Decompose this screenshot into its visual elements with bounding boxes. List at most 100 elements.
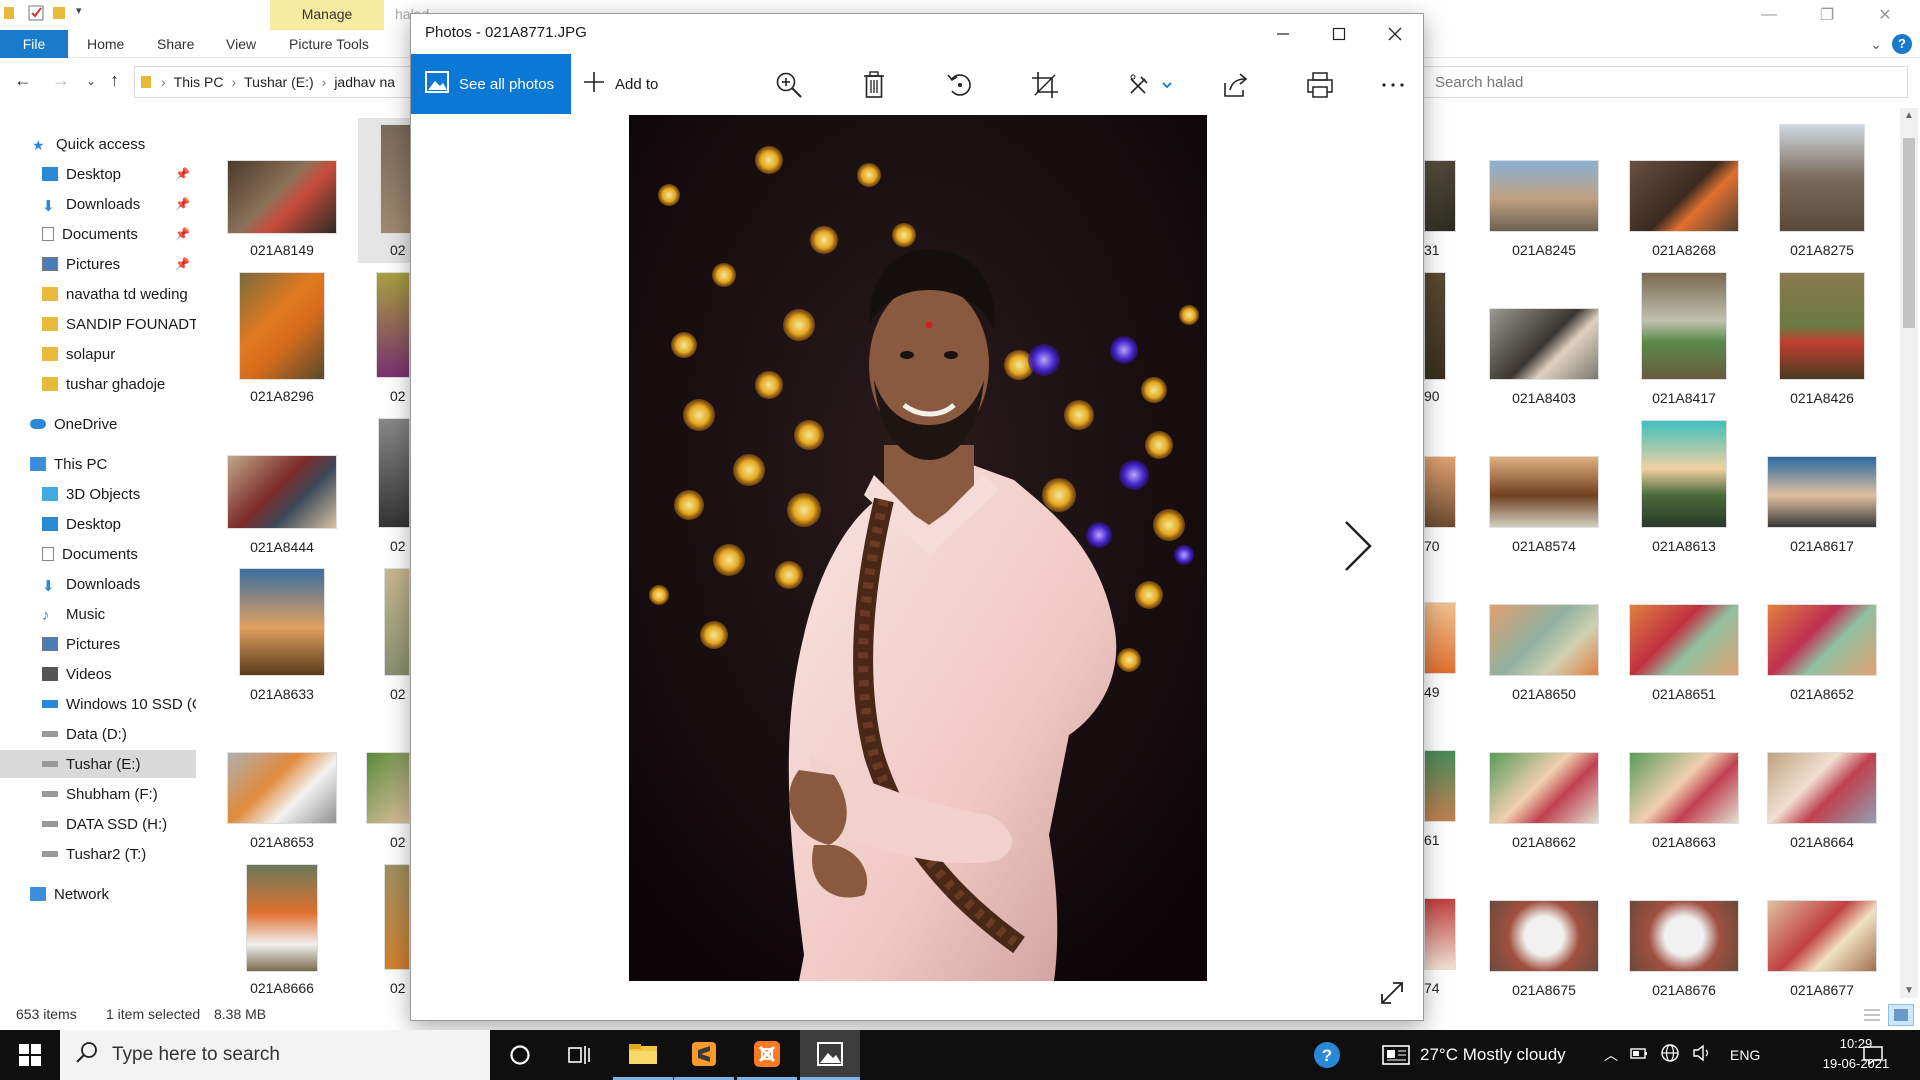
nav-pc-item[interactable]: Desktop — [0, 510, 196, 538]
help-icon[interactable]: ? — [1892, 34, 1912, 54]
volume-icon[interactable] — [1692, 1044, 1712, 1067]
taskbar-search-box[interactable]: Type here to search — [60, 1030, 490, 1080]
details-view-icon[interactable] — [1862, 1006, 1882, 1027]
file-thumbnail[interactable]: 021A8275 — [1752, 124, 1892, 270]
file-thumbnail[interactable]: 021A8650 — [1474, 604, 1614, 750]
file-thumbnail[interactable]: 021A8662 — [1474, 752, 1614, 898]
sublime-text-taskbar-button[interactable] — [674, 1030, 734, 1080]
next-photo-arrow-icon[interactable] — [1343, 520, 1373, 576]
pin-icon[interactable]: 📌 — [175, 257, 190, 271]
add-to-button[interactable]: Add to — [583, 54, 658, 114]
zoom-in-icon[interactable] — [775, 71, 803, 99]
tab-picture-tools[interactable]: Picture Tools — [289, 30, 369, 58]
edit-create-icon[interactable] — [1127, 71, 1177, 99]
file-thumbnail[interactable]: 90 — [1424, 272, 1446, 418]
new-folder-icon[interactable] — [52, 4, 68, 22]
nav-quick-folder[interactable]: navatha td weding — [0, 280, 196, 308]
address-bar[interactable]: › This PC › Tushar (E:) › jadhav na — [134, 66, 414, 98]
nav-pc-item[interactable]: Windows 10 SSD (C — [0, 690, 196, 718]
search-input[interactable]: Search halad — [1420, 66, 1908, 98]
tab-file[interactable]: File — [0, 30, 68, 58]
nav-onedrive[interactable]: OneDrive — [0, 410, 196, 438]
vertical-scrollbar[interactable]: ▲ ▼ — [1900, 108, 1918, 998]
up-icon[interactable]: ↑ — [110, 70, 119, 91]
breadcrumb-segment[interactable]: This PC — [174, 74, 224, 90]
nav-network[interactable]: Network — [0, 880, 196, 908]
file-thumbnail[interactable]: 021A8652 — [1752, 604, 1892, 750]
minimize-icon[interactable]: — — [1740, 0, 1798, 30]
file-thumbnail[interactable]: 02 — [384, 864, 410, 1010]
scrollbar-thumb[interactable] — [1903, 138, 1915, 328]
rotate-icon[interactable] — [946, 71, 974, 99]
file-thumbnail[interactable]: 021A8617 — [1752, 456, 1892, 602]
nav-quick-folder[interactable]: SANDIP FOUNADTIO — [0, 310, 196, 338]
file-thumbnail[interactable]: 021A8245 — [1474, 160, 1614, 306]
photos-taskbar-button[interactable] — [800, 1030, 860, 1080]
displayed-photo[interactable] — [629, 115, 1207, 981]
action-center-button[interactable] — [1862, 1030, 1884, 1080]
show-hidden-icons-chevron-icon[interactable]: ︿ — [1604, 1045, 1618, 1065]
file-thumbnail[interactable]: 021A8651 — [1614, 604, 1754, 750]
file-thumbnail[interactable]: 021A8296 — [212, 270, 352, 416]
file-thumbnail[interactable]: 49 — [1424, 602, 1456, 748]
file-thumbnail[interactable]: 021A8664 — [1752, 752, 1892, 898]
file-thumbnail-selected[interactable]: 02 — [358, 118, 420, 263]
see-all-photos-button[interactable]: See all photos — [411, 54, 571, 114]
tab-share[interactable]: Share — [157, 30, 194, 58]
tab-view[interactable]: View — [226, 30, 256, 58]
close-icon[interactable] — [1367, 14, 1423, 54]
file-thumbnail[interactable]: 021A8403 — [1474, 308, 1614, 454]
xampp-taskbar-button[interactable] — [737, 1030, 797, 1080]
file-thumbnail[interactable]: 021A8574 — [1474, 456, 1614, 602]
nav-pc-item[interactable]: Pictures — [0, 630, 196, 658]
print-icon[interactable] — [1306, 71, 1334, 99]
nav-quick-documents[interactable]: Documents 📌 — [0, 220, 196, 248]
file-thumbnail[interactable]: 021A8663 — [1614, 752, 1754, 898]
file-thumbnail[interactable]: 021A8633 — [212, 566, 352, 712]
nav-pc-item-selected[interactable]: Tushar (E:) — [0, 750, 196, 778]
nav-this-pc[interactable]: This PC — [0, 450, 196, 478]
nav-pc-item[interactable]: ♪ Music — [0, 600, 196, 628]
large-icons-view-icon[interactable] — [1888, 1004, 1914, 1026]
file-thumbnail[interactable]: 61 — [1424, 750, 1456, 896]
breadcrumb-segment[interactable]: jadhav na — [334, 74, 395, 90]
file-thumbnail[interactable]: 021A8417 — [1614, 272, 1754, 418]
nav-pc-item[interactable]: Videos — [0, 660, 196, 688]
back-icon[interactable]: ← — [14, 70, 32, 91]
input-language[interactable]: ENG — [1730, 1047, 1760, 1063]
minimize-icon[interactable] — [1255, 14, 1311, 54]
nav-pc-item[interactable]: 3D Objects — [0, 480, 196, 508]
nav-pc-item[interactable]: ⬇ Downloads — [0, 570, 196, 598]
help-tray[interactable]: ? — [1312, 1030, 1342, 1080]
nav-pc-item[interactable]: Tushar2 (T:) — [0, 840, 196, 868]
manage-tab[interactable]: Manage — [270, 0, 384, 30]
file-thumbnail[interactable]: 02 — [376, 272, 410, 418]
nav-quick-pictures[interactable]: Pictures 📌 — [0, 250, 196, 278]
file-thumbnail[interactable]: 70 — [1424, 456, 1456, 602]
tab-home[interactable]: Home — [87, 30, 124, 58]
forward-icon[interactable]: → — [52, 70, 70, 91]
system-clock[interactable]: 10:29 19-06-2021 — [1816, 1034, 1896, 1074]
scroll-down-icon[interactable]: ▼ — [1904, 985, 1914, 996]
nav-pc-item[interactable]: DATA SSD (H:) — [0, 810, 196, 838]
expand-ribbon-icon[interactable]: ⌄ — [1870, 36, 1882, 53]
restore-icon[interactable]: ❐ — [1798, 0, 1856, 30]
crop-icon[interactable] — [1031, 71, 1059, 99]
nav-pc-item[interactable]: Documents — [0, 540, 196, 568]
file-thumbnail[interactable]: 021A8426 — [1752, 272, 1892, 418]
file-explorer-taskbar-button[interactable] — [613, 1030, 673, 1080]
breadcrumb-segment[interactable]: Tushar (E:) — [244, 74, 314, 90]
pin-icon[interactable]: 📌 — [175, 167, 190, 181]
start-button[interactable] — [0, 1030, 60, 1080]
delete-icon[interactable] — [860, 71, 888, 99]
weather-widget[interactable]: 27°C Mostly cloudy — [1382, 1030, 1566, 1080]
nav-pc-item[interactable]: Data (D:) — [0, 720, 196, 748]
close-icon[interactable]: ✕ — [1856, 0, 1914, 30]
maximize-icon[interactable] — [1311, 14, 1367, 54]
nav-quick-access[interactable]: ★ Quick access — [0, 130, 196, 158]
nav-quick-downloads[interactable]: ⬇ Downloads 📌 — [0, 190, 196, 218]
recent-locations-icon[interactable]: ⌄ — [86, 74, 96, 88]
nav-quick-folder[interactable]: tushar ghadoje — [0, 370, 196, 398]
scroll-up-icon[interactable]: ▲ — [1904, 110, 1914, 121]
file-thumbnail[interactable]: 021A8666 — [212, 862, 352, 1008]
